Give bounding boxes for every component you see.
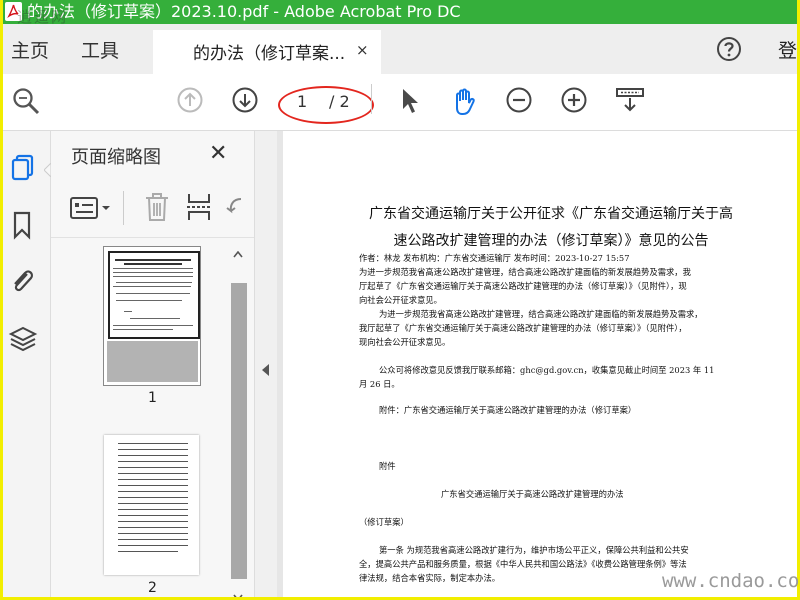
panel-close-button[interactable]: ✕ [209, 141, 227, 166]
page-total: / 2 [329, 92, 350, 111]
thumbnails-icon[interactable] [8, 151, 38, 185]
zoom-out-icon[interactable] [505, 86, 533, 118]
collapse-arrow-icon[interactable] [262, 361, 270, 380]
tab-tools[interactable]: 工具 [81, 36, 119, 63]
thumbnails-scrollbar[interactable] [229, 237, 247, 597]
collapse-panel-strip[interactable] [254, 131, 278, 597]
delete-page-icon[interactable] [143, 191, 171, 227]
thumbnail-options-icon[interactable] [69, 195, 115, 225]
doc-para1-line1: 为进一步规范我省高速公路改扩建管理，结合高速公路改扩建面临的新发展趋势及需求，我 [359, 267, 691, 277]
thumbnail-shaded-area [107, 341, 198, 382]
tab-bar: 主页 工具 的办法（修订草案... × 登 [3, 24, 797, 74]
panel-toolbar [51, 181, 254, 238]
sign-in-button[interactable]: 登 [778, 36, 797, 63]
hand-tool-icon[interactable] [449, 86, 481, 122]
left-nav-rail [3, 131, 52, 597]
document-page: 广东省交通运输厅关于公开征求《广东省交通运输厅关于高 速公路改扩建管理的办法（修… [283, 131, 797, 597]
next-page-icon[interactable] [231, 86, 259, 118]
tab-home[interactable]: 主页 [11, 36, 49, 63]
scrollbar-thumb[interactable] [231, 283, 247, 579]
tab-close-button[interactable]: × [356, 41, 369, 59]
toolbar [3, 74, 797, 131]
zoom-in-icon[interactable] [560, 86, 588, 118]
page-number-input[interactable]: 1 [297, 92, 307, 111]
doc-para2-line1: 为进一步规范我省高速公路改扩建管理，结合高速公路改扩建面临的新发展趋势及需求， [379, 309, 703, 319]
layers-icon[interactable] [8, 323, 38, 359]
attachment-icon[interactable] [8, 265, 38, 301]
title-bar: 的办法（修订草案）2023.10.pdf - Adobe Acrobat Pro… [3, 0, 797, 26]
fit-page-icon[interactable] [614, 86, 646, 120]
doc-fujian: 附件 [379, 461, 396, 471]
doc-article1-line3: 律法规，结合本省实际，制定本办法。 [359, 573, 501, 583]
page-thumbnails-panel: 页面缩略图 ✕ 1 2 [51, 131, 254, 597]
doc-article1-line2: 全，提高公共产品和服务质量，根据《中华人民共和国公路法》《收费公路管理条例》等法 [359, 559, 687, 569]
panel-toolbar-divider [123, 191, 124, 225]
bookmark-icon[interactable] [8, 209, 38, 245]
document-title-line-1: 广东省交通运输厅关于公开征求《广东省交通运输厅关于高 [369, 206, 733, 222]
insert-page-icon[interactable] [185, 191, 213, 227]
page-thumbnail-1[interactable] [103, 246, 201, 386]
panel-title: 页面缩略图 [71, 147, 161, 168]
document-tab-label: 的办法（修订草案... [193, 44, 346, 64]
document-view[interactable]: 广东省交通运输厅关于公开征求《广东省交通运输厅关于高 速公路改扩建管理的办法（修… [277, 131, 797, 597]
prev-page-icon[interactable] [176, 86, 204, 118]
scroll-up-icon[interactable] [233, 243, 243, 262]
scroll-down-icon[interactable] [233, 586, 243, 597]
doc-annex-subtitle: （修订草案） [359, 517, 409, 527]
site-watermark: www.cndao.com [662, 570, 800, 592]
rotate-page-icon[interactable] [225, 193, 243, 225]
doc-annex-title: 广东省交通运输厅关于高速公路改扩建管理的办法 [441, 489, 624, 499]
doc-para1-line2: 厅起草了《广东省交通运输厅关于高速公路改扩建管理的办法（修订草案）》（见附件），… [359, 281, 687, 291]
zoom-search-icon[interactable] [11, 86, 41, 120]
doc-attachment-line: 附件：广东省交通运输厅关于高速公路改扩建管理的办法（修订草案） [379, 405, 637, 415]
active-panel-pointer [43, 161, 52, 181]
current-view-frame[interactable] [108, 251, 200, 339]
doc-para3-line2: 月 26 日。 [359, 379, 400, 389]
acrobat-window: 的办法（修订草案）2023.10.pdf - Adobe Acrobat Pro… [3, 0, 797, 597]
page-number-highlight-ellipse [278, 86, 374, 124]
help-icon[interactable] [715, 35, 743, 67]
tab-document[interactable]: 的办法（修订草案... × [153, 30, 381, 74]
doc-para1-line3: 向社会公开征求意见。 [359, 295, 442, 305]
toolbar-divider [371, 84, 372, 114]
thumbnails-list: 1 2 [51, 237, 254, 597]
thumbnail-label-1: 1 [148, 390, 157, 406]
doc-para3-line1: 公众可将修改意见反馈我厅联系邮箱：ghc@gd.gov.cn，收集意见截止时间至… [379, 365, 715, 375]
thumbnail-label-2: 2 [148, 580, 157, 596]
select-cursor-icon[interactable] [399, 86, 421, 120]
doc-para2-line2: 我厅起草了《广东省交通运输厅关于高速公路改扩建管理的办法（修订草案）》（见附件）… [359, 323, 687, 333]
doc-article1-line1: 第一条 为规范我省高速公路改扩建行为，维护市场公平正义，保障公共利益和公共安 [379, 545, 689, 555]
window-title: 的办法（修订草案）2023.10.pdf - Adobe Acrobat Pro… [27, 2, 461, 21]
document-title: 广东省交通运输厅关于公开征求《广东省交通运输厅关于高 速公路改扩建管理的办法（修… [361, 201, 741, 255]
page-thumbnail-2[interactable] [104, 435, 199, 575]
doc-para2-line3: 现向社会公开征求意见。 [359, 337, 451, 347]
doc-meta: 作者：林龙 发布机构：广东省交通运输厅 发布时间：2023-10-27 15:5… [359, 253, 630, 263]
